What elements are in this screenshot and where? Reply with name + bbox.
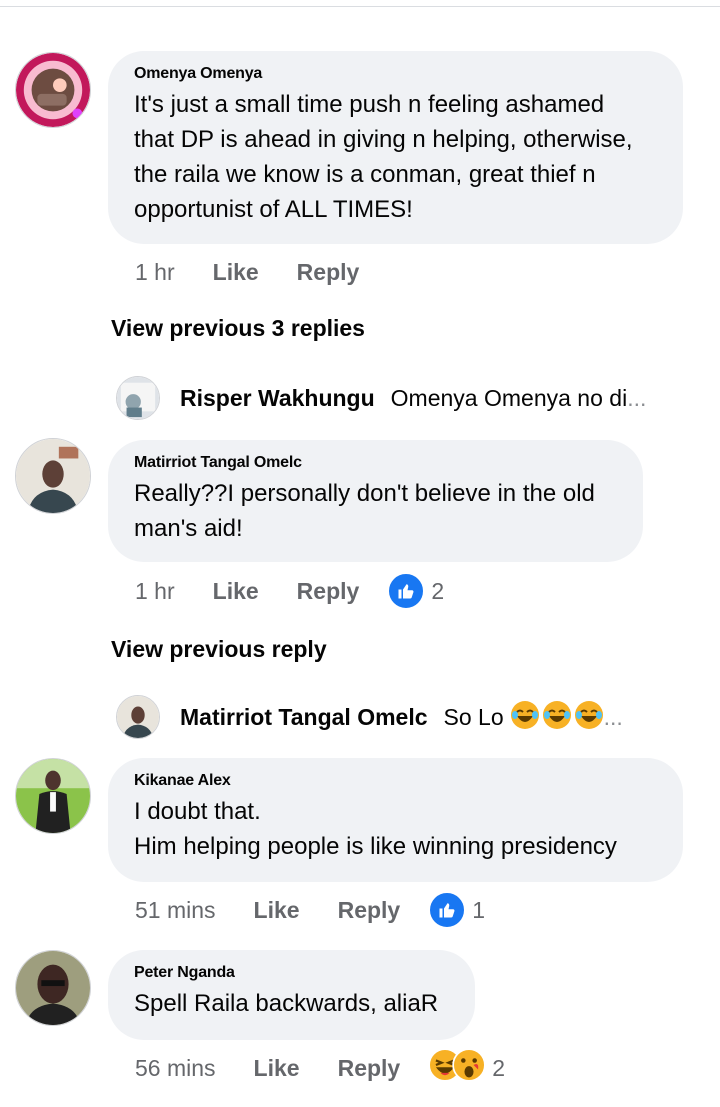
wow-icon bbox=[452, 1048, 486, 1088]
reply-button[interactable]: Reply bbox=[297, 259, 360, 286]
avatar-image bbox=[16, 759, 90, 833]
reply-button[interactable]: Reply bbox=[338, 1055, 401, 1082]
comment-author[interactable]: Matirriot Tangal Omelc bbox=[134, 454, 617, 472]
laughing-tears-icon bbox=[542, 700, 572, 735]
reply-ellipsis: ... bbox=[603, 703, 623, 730]
laughing-tears-icon bbox=[510, 700, 540, 735]
comment-bubble: Omenya Omenya It's just a small time pus… bbox=[108, 51, 683, 244]
avatar-omenya[interactable] bbox=[15, 52, 91, 128]
comment-bubble: Kikanae Alex I doubt that. Him helping p… bbox=[108, 758, 683, 882]
avatar-peter[interactable] bbox=[15, 950, 91, 1026]
like-button[interactable]: Like bbox=[254, 897, 300, 924]
view-previous-reply-link[interactable]: View previous reply bbox=[111, 636, 327, 663]
view-previous-replies-link[interactable]: View previous 3 replies bbox=[111, 315, 365, 342]
comment-actions: 1 hr Like Reply 2 bbox=[135, 571, 444, 611]
avatar-image bbox=[117, 696, 159, 738]
avatar-image bbox=[117, 377, 159, 419]
reply-author[interactable]: Risper Wakhungu bbox=[180, 385, 375, 412]
like-button[interactable]: Like bbox=[213, 578, 259, 605]
like-icon bbox=[428, 891, 467, 929]
comment-actions: 1 hr Like Reply bbox=[135, 252, 397, 292]
comment-time[interactable]: 51 mins bbox=[135, 897, 216, 924]
reaction-count: 1 bbox=[472, 896, 486, 923]
comment-text: Spell Raila backwards, aliaR bbox=[134, 990, 439, 1017]
like-button[interactable]: Like bbox=[213, 259, 259, 286]
reply-button[interactable]: Reply bbox=[297, 578, 360, 605]
like-icon bbox=[387, 572, 426, 610]
avatar-matirriot-small[interactable] bbox=[116, 695, 160, 739]
comment-author[interactable]: Omenya Omenya bbox=[134, 65, 657, 83]
laughing-tears-icon bbox=[574, 700, 604, 735]
reply-button[interactable]: Reply bbox=[338, 897, 401, 924]
comment-bubble: Peter Nganda Spell Raila backwards, alia… bbox=[108, 950, 475, 1040]
top-divider bbox=[0, 0, 720, 7]
avatar-kikanae[interactable] bbox=[15, 758, 91, 834]
comment-text: It's just a small time push n feeling as… bbox=[134, 91, 633, 223]
comment-author[interactable]: Peter Nganda bbox=[134, 964, 449, 982]
avatar-image bbox=[16, 951, 90, 1025]
comment-time[interactable]: 1 hr bbox=[135, 259, 175, 286]
avatar-risper[interactable] bbox=[116, 376, 160, 420]
reactions-summary[interactable]: 2 bbox=[387, 572, 444, 610]
reply-author[interactable]: Matirriot Tangal Omelc bbox=[180, 704, 428, 731]
reply-ellipsis: ... bbox=[627, 384, 647, 411]
like-button[interactable]: Like bbox=[254, 1055, 300, 1082]
reply-snippet: Omenya Omenya no di bbox=[390, 384, 628, 411]
reaction-count: 2 bbox=[431, 577, 445, 604]
comment-time[interactable]: 1 hr bbox=[135, 578, 175, 605]
comment-bubble: Matirriot Tangal Omelc Really??I persona… bbox=[108, 440, 643, 562]
reactions-summary[interactable]: 1 bbox=[428, 891, 485, 929]
comment-text: I doubt that. Him helping people is like… bbox=[134, 798, 617, 860]
reaction-count: 2 bbox=[492, 1054, 506, 1081]
comment-author[interactable]: Kikanae Alex bbox=[134, 772, 657, 790]
reply-snippet: So Lo bbox=[443, 703, 504, 730]
avatar-matirriot[interactable] bbox=[15, 438, 91, 514]
comment-actions: 56 mins Like Reply 2 bbox=[135, 1048, 505, 1088]
avatar-image bbox=[16, 53, 90, 127]
avatar-image bbox=[16, 439, 90, 513]
reply-preview[interactable]: Matirriot Tangal Omelc So Lo ... bbox=[116, 694, 706, 740]
comment-text: Really??I personally don't believe in th… bbox=[134, 480, 595, 542]
comment-actions: 51 mins Like Reply 1 bbox=[135, 890, 485, 930]
comment-time[interactable]: 56 mins bbox=[135, 1055, 216, 1082]
reactions-summary[interactable]: 2 bbox=[428, 1048, 505, 1088]
reply-preview[interactable]: Risper Wakhungu Omenya Omenya no di ... bbox=[116, 375, 706, 421]
